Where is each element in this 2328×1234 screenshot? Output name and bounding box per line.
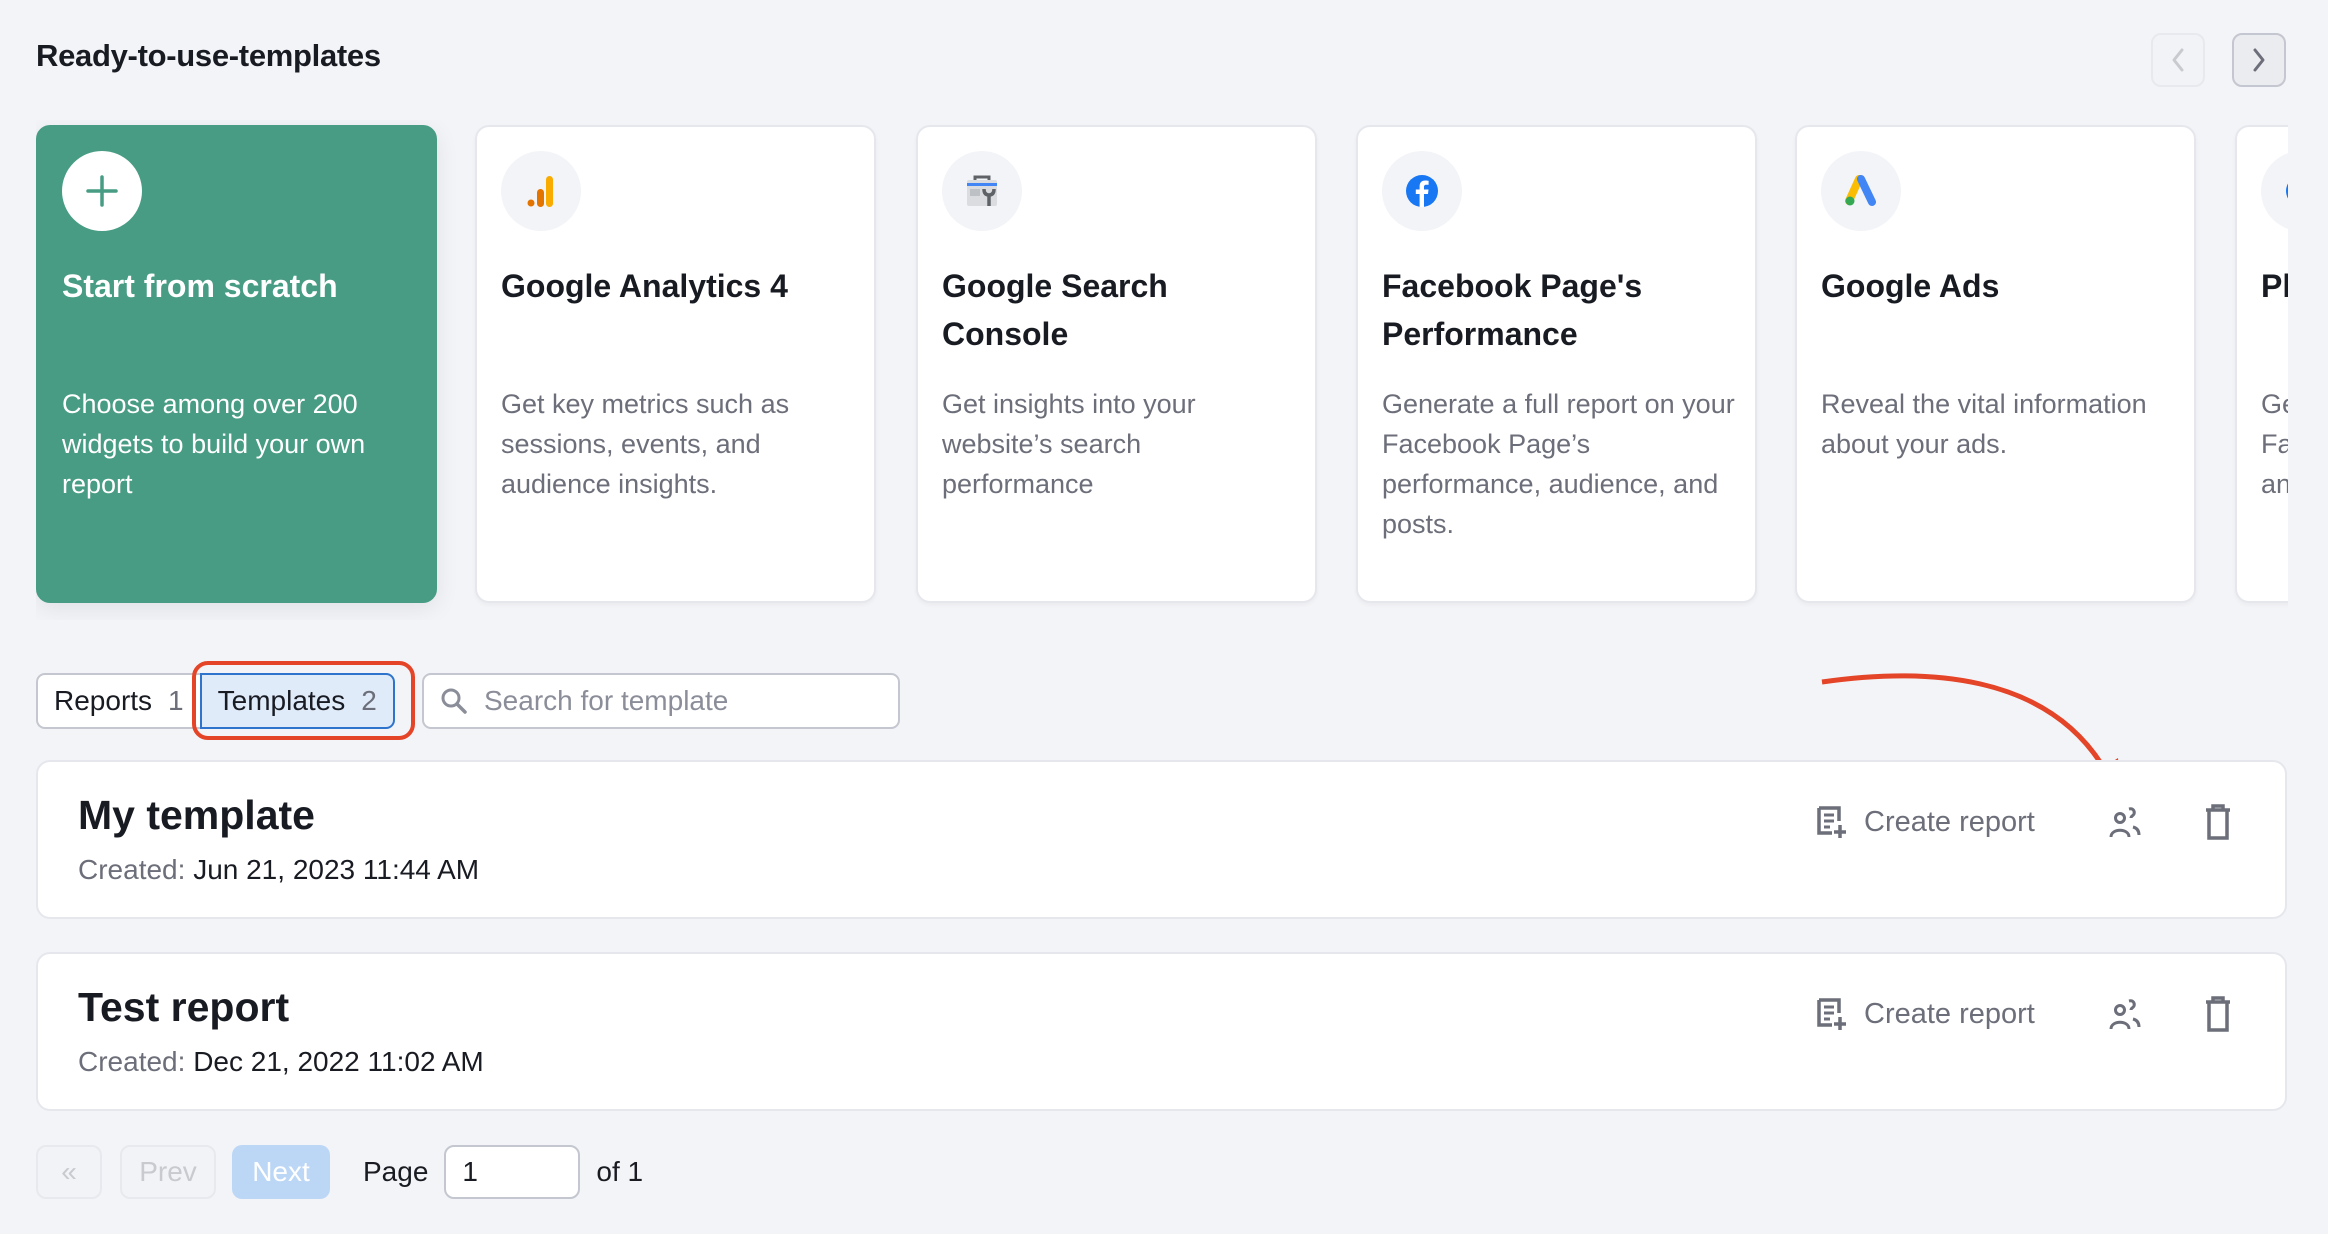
- card-description: Get key metrics such as sessions, events…: [501, 389, 790, 499]
- first-page-button[interactable]: «: [36, 1145, 102, 1199]
- created-label: Created:: [78, 1046, 186, 1077]
- card-partial[interactable]: Pl Ge Fa an: [2235, 125, 2288, 603]
- card-title: Google Ads: [1821, 268, 2000, 304]
- users-share-icon: [2109, 999, 2141, 1030]
- icon-circle: [942, 151, 1022, 231]
- icon-circle: [1821, 151, 1901, 231]
- share-button[interactable]: [2106, 802, 2146, 842]
- chevron-right-icon: [2253, 48, 2265, 72]
- tab-count: 1: [168, 685, 184, 716]
- create-report-label: Create report: [1864, 805, 2035, 838]
- card-google-search-console[interactable]: Google Search Console Get insights into …: [916, 125, 1317, 603]
- card-title: Google Analytics 4: [501, 268, 788, 304]
- card-google-ads[interactable]: Google Ads Reveal the vital information …: [1795, 125, 2196, 603]
- create-report-icon: [1817, 998, 1846, 1030]
- double-chevron-left-icon: «: [61, 1156, 77, 1187]
- template-row[interactable]: My template Created: Jun 21, 2023 11:44 …: [36, 760, 2287, 919]
- card-description: Choose among over 200 widgets to build y…: [62, 389, 366, 499]
- template-carousel: Start from scratch Choose among over 200…: [36, 120, 2288, 620]
- card-description: Reveal the vital information about your …: [1821, 389, 2147, 459]
- card-facebook-page-performance[interactable]: Facebook Page's Performance Generate a f…: [1356, 125, 1757, 603]
- template-title: Test report: [78, 984, 290, 1030]
- facebook-icon: [1406, 175, 1438, 207]
- icon-circle: [2261, 151, 2288, 231]
- tab-reports[interactable]: Reports 1: [36, 673, 200, 729]
- share-button[interactable]: [2106, 994, 2146, 1034]
- search-input[interactable]: [482, 684, 886, 718]
- template-title: My template: [78, 792, 315, 838]
- delete-button[interactable]: [2198, 994, 2238, 1034]
- delete-button[interactable]: [2198, 802, 2238, 842]
- trash-icon: [2206, 804, 2230, 840]
- google-search-console-icon: [967, 175, 997, 206]
- page-label: Page: [363, 1156, 429, 1187]
- card-title: Pl: [2261, 268, 2288, 304]
- card-description: Generate a full report on your Facebook …: [1382, 389, 1735, 539]
- create-report-button[interactable]: Create report: [1816, 992, 2035, 1036]
- page-number-input[interactable]: [444, 1145, 581, 1199]
- created-info: Created: Jun 21, 2023 11:44 AM: [78, 854, 479, 886]
- partial-card-icon: [2286, 183, 2288, 199]
- google-analytics-icon: [527, 176, 553, 207]
- card-google-analytics-4[interactable]: Google Analytics 4 Get key metrics such …: [475, 125, 876, 603]
- annotation-highlight-ring: [192, 661, 415, 740]
- card-title: Facebook Page's Performance: [1382, 268, 1643, 352]
- section-title: Ready-to-use-templates: [36, 38, 381, 73]
- card-title: Start from scratch: [62, 268, 338, 304]
- icon-circle: [501, 151, 581, 231]
- carousel-next-button[interactable]: [2232, 33, 2286, 87]
- create-report-button[interactable]: Create report: [1816, 800, 2035, 844]
- prev-page-button[interactable]: Prev: [120, 1145, 216, 1199]
- chevron-left-icon: [2172, 48, 2184, 72]
- card-title: Google Search Console: [942, 268, 1168, 352]
- card-description: Ge Fa an: [2261, 389, 2288, 499]
- plus-icon-circle: [62, 151, 142, 231]
- card-start-from-scratch[interactable]: Start from scratch Choose among over 200…: [36, 125, 437, 603]
- created-info: Created: Dec 21, 2022 11:02 AM: [78, 1046, 484, 1078]
- next-page-button[interactable]: Next: [232, 1145, 330, 1199]
- created-value: Dec 21, 2022 11:02 AM: [193, 1046, 484, 1077]
- create-report-label: Create report: [1864, 997, 2035, 1030]
- google-ads-icon: [1845, 175, 1876, 206]
- template-row[interactable]: Test report Created: Dec 21, 2022 11:02 …: [36, 952, 2287, 1111]
- search-box: [422, 673, 900, 729]
- icon-circle: [1382, 151, 1462, 231]
- created-value: Jun 21, 2023 11:44 AM: [193, 854, 480, 885]
- pagination: « Prev Next Page of 1: [36, 1145, 643, 1199]
- tab-label: Reports: [54, 685, 153, 716]
- users-share-icon: [2109, 807, 2141, 838]
- total-pages-label: of 1: [596, 1156, 644, 1187]
- trash-icon: [2206, 996, 2230, 1032]
- card-description: Get insights into your website’s search …: [942, 389, 1196, 499]
- search-icon: [441, 688, 467, 714]
- plus-icon: [86, 175, 118, 207]
- created-label: Created:: [78, 854, 186, 885]
- carousel-prev-button[interactable]: [2151, 33, 2205, 87]
- create-report-icon: [1817, 806, 1846, 838]
